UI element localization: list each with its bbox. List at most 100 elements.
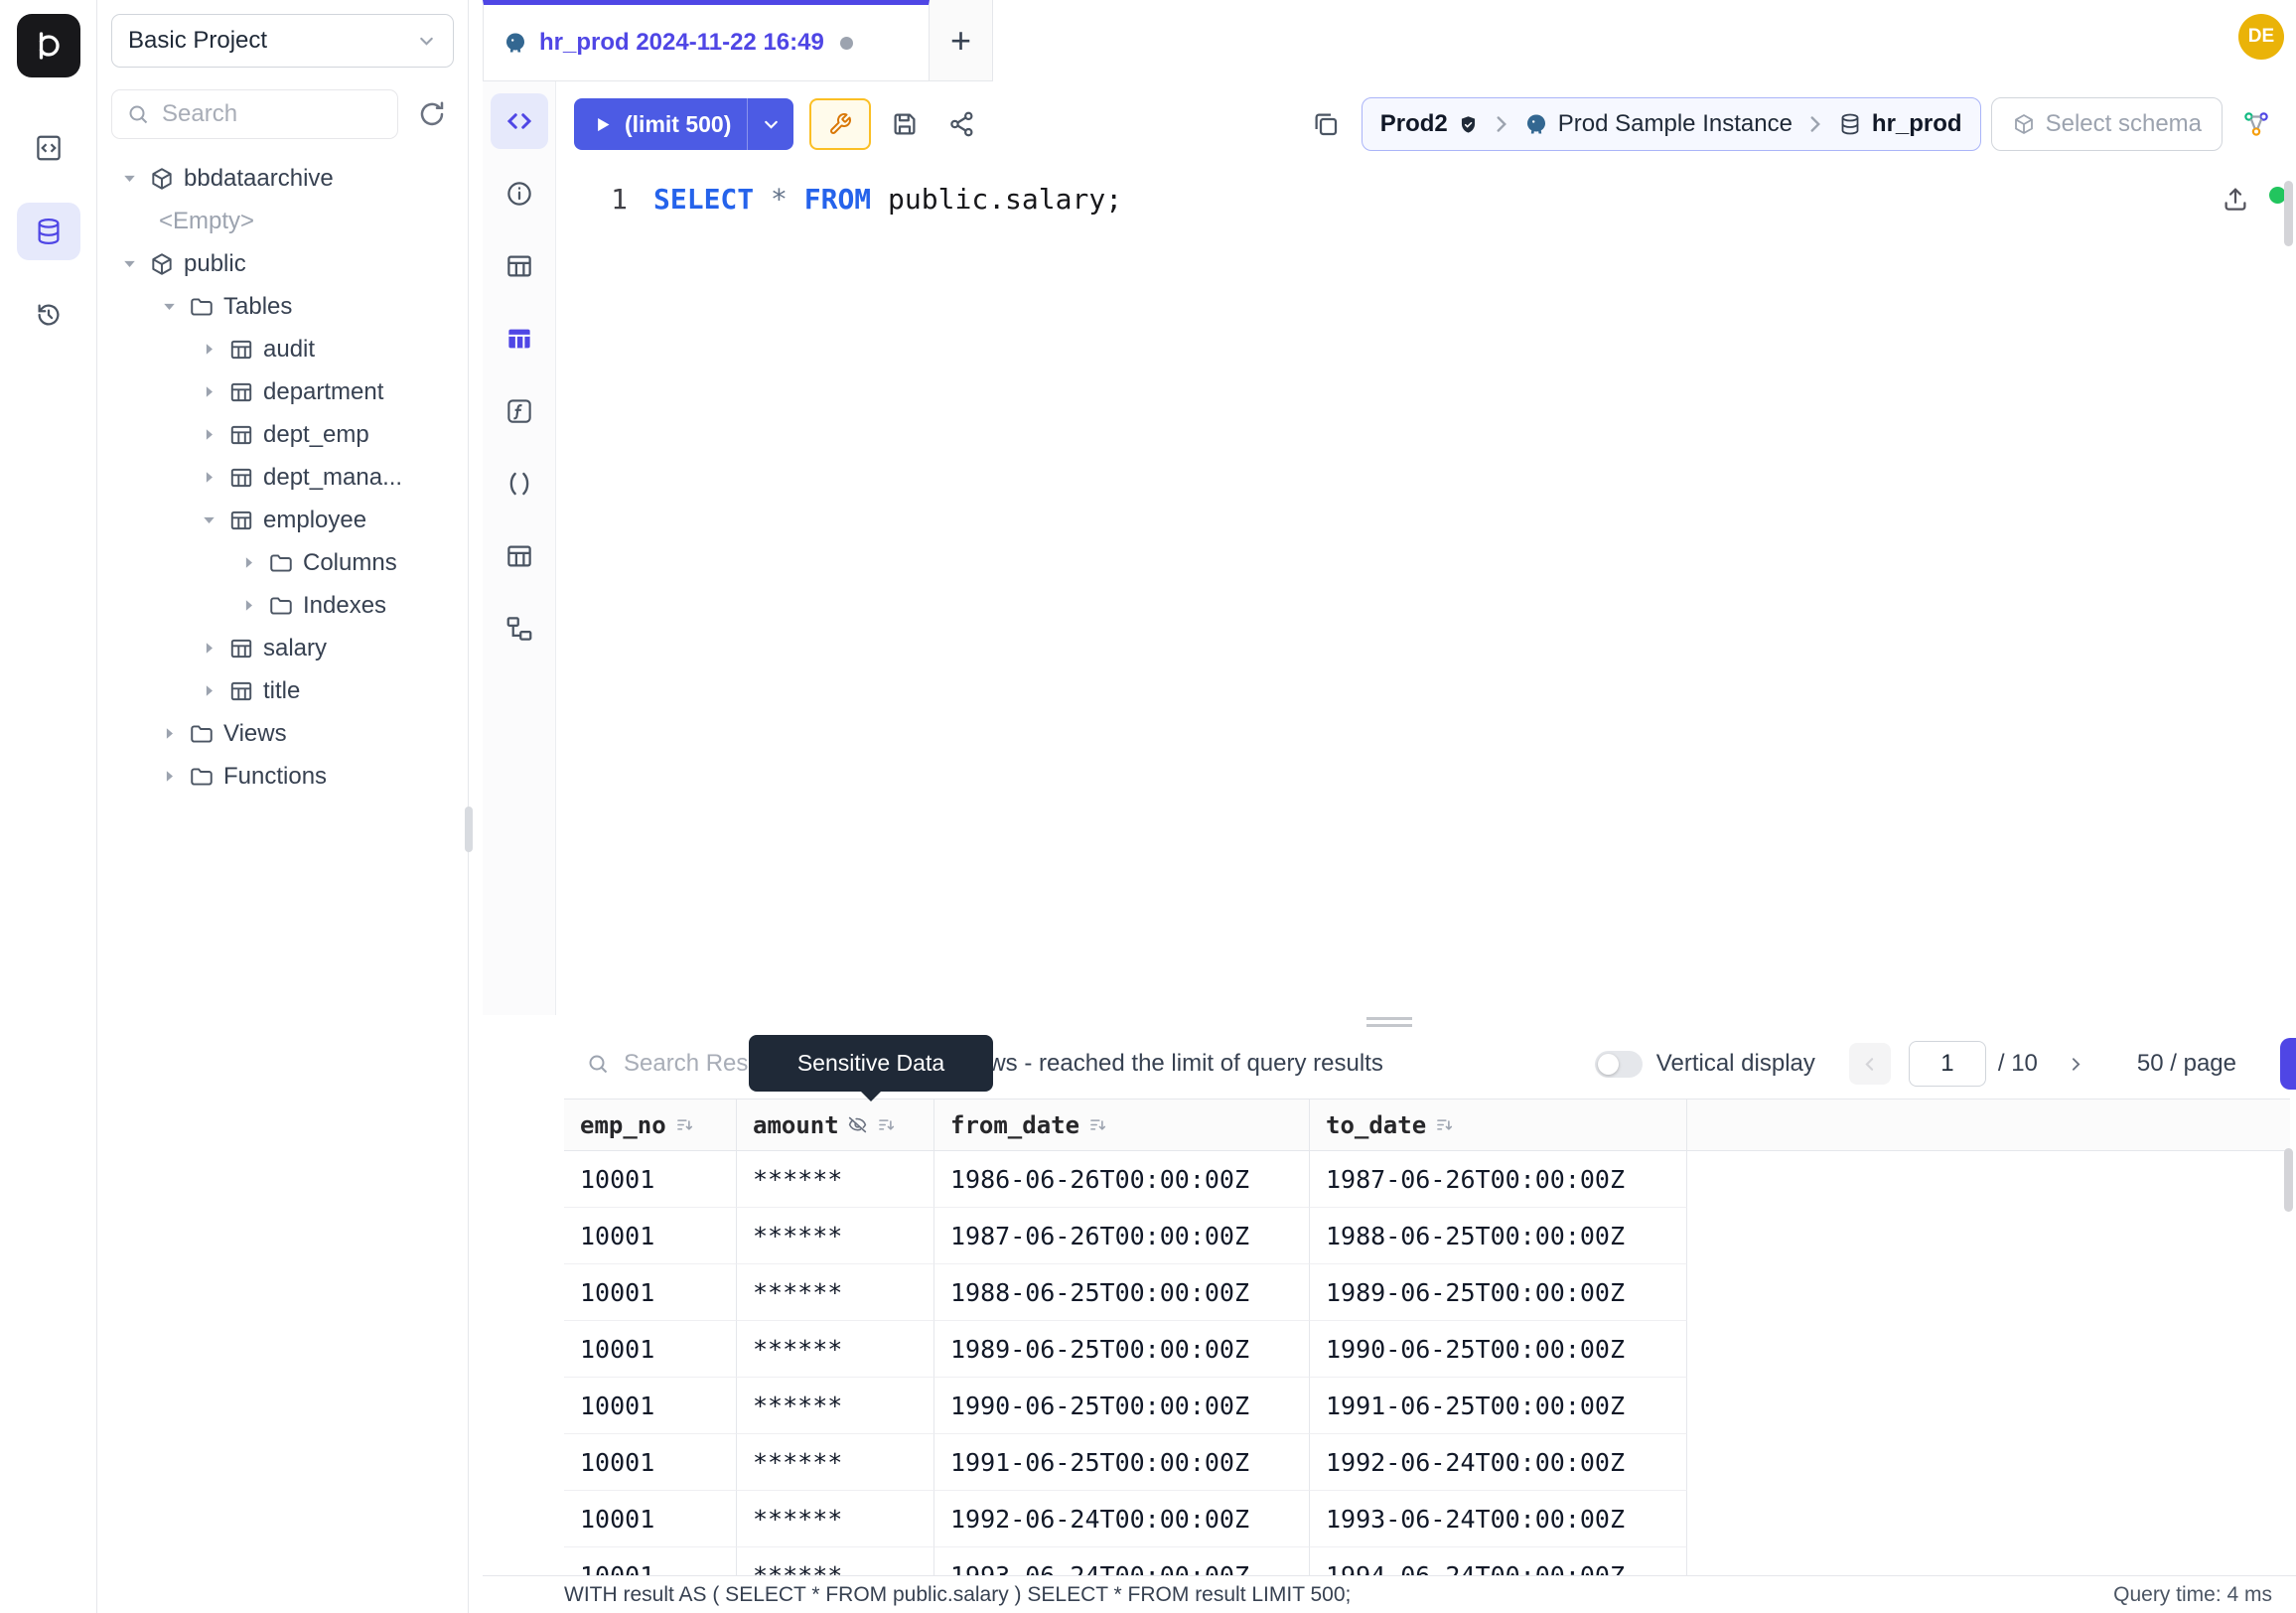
table-cell[interactable]: 1994-06-24T00:00:00Z [1310,1547,1687,1575]
next-page-button[interactable] [2056,1043,2097,1085]
tree-item-employee[interactable]: employee [111,499,454,541]
tree-item-audit[interactable]: audit [111,328,454,370]
tree-item-dept-emp[interactable]: dept_emp [111,413,454,456]
app-logo[interactable] [17,14,80,77]
table-cell[interactable]: 10001 [564,1208,737,1264]
table-cell[interactable]: 10001 [564,1264,737,1321]
table-cell[interactable]: 1993-06-24T00:00:00Z [934,1547,1310,1575]
sort-icon[interactable] [1087,1114,1108,1135]
table-cell[interactable]: 1991-06-25T00:00:00Z [1310,1378,1687,1434]
tree-item-columns[interactable]: Columns [111,541,454,584]
run-query-button[interactable]: (limit 500) [574,98,793,150]
vertical-display-toggle[interactable] [1595,1051,1643,1078]
table-cell[interactable]: ****** [737,1208,934,1264]
tree-item-title[interactable]: title [111,669,454,712]
table-row[interactable]: 10001******1993-06-24T00:00:00Z1994-06-2… [564,1547,2290,1575]
sensitive-tables-panel-button[interactable] [491,311,548,367]
table-cell[interactable]: ****** [737,1547,934,1575]
parameters-panel-button[interactable] [491,456,548,512]
table-row[interactable]: 10001******1990-06-25T00:00:00Z1991-06-2… [564,1378,2290,1434]
table-row[interactable]: 10001******1987-06-26T00:00:00Z1988-06-2… [564,1208,2290,1264]
table-cell[interactable]: 1992-06-24T00:00:00Z [934,1491,1310,1547]
format-sql-button[interactable] [1302,100,1350,148]
page-size-select[interactable]: 50 / page [2137,1050,2236,1078]
sort-icon[interactable] [1434,1114,1455,1135]
sort-icon[interactable] [876,1114,897,1135]
export-button-partial[interactable] [2280,1038,2296,1090]
instance-label[interactable]: Prod Sample Instance [1558,110,1793,138]
table-cell[interactable]: 1990-06-25T00:00:00Z [934,1378,1310,1434]
tables-panel-button[interactable] [491,238,548,294]
table-cell[interactable]: 10001 [564,1321,737,1378]
schema-diagram-button[interactable] [2232,100,2280,148]
rail-history-button[interactable] [17,286,80,344]
table-row[interactable]: 10001******1989-06-25T00:00:00Z1990-06-2… [564,1321,2290,1378]
upload-sheet-button[interactable] [2219,183,2252,217]
rail-sql-editor-button[interactable] [17,119,80,177]
table-cell[interactable]: 1987-06-26T00:00:00Z [1310,1151,1687,1208]
sidebar-resize-handle[interactable] [465,806,473,852]
connection-breadcrumb[interactable]: Prod2 Prod Sample Instance hr_prod [1362,97,1981,151]
save-button[interactable] [881,100,929,148]
table-list-panel-button[interactable] [491,528,548,584]
tree-item-views[interactable]: Views [111,712,454,755]
table-cell[interactable]: 1989-06-25T00:00:00Z [1310,1264,1687,1321]
tree-item-department[interactable]: department [111,370,454,413]
avatar[interactable]: DE [2238,14,2284,60]
project-select[interactable]: Basic Project [111,14,454,68]
table-cell[interactable]: 1992-06-24T00:00:00Z [1310,1434,1687,1491]
table-cell[interactable]: ****** [737,1378,934,1434]
sort-icon[interactable] [674,1114,695,1135]
table-cell[interactable]: 1988-06-25T00:00:00Z [934,1264,1310,1321]
table-cell[interactable]: ****** [737,1151,934,1208]
refresh-button[interactable] [410,92,454,136]
previous-page-button[interactable] [1849,1043,1891,1085]
column-header-emp-no[interactable]: emp_no [564,1100,737,1150]
admin-mode-button[interactable] [809,98,871,150]
share-button[interactable] [938,100,986,148]
table-cell[interactable]: 1990-06-25T00:00:00Z [1310,1321,1687,1378]
tree-item-salary[interactable]: salary [111,627,454,669]
run-options-caret[interactable] [748,98,793,150]
editor-scrollbar[interactable] [2284,181,2293,246]
table-cell[interactable]: 1988-06-25T00:00:00Z [1310,1208,1687,1264]
tree-item-bbdataarchive[interactable]: bbdataarchive [111,157,454,200]
schema-diagram-panel-button[interactable] [491,601,548,657]
page-number-input[interactable] [1909,1041,1986,1087]
table-cell[interactable]: 10001 [564,1547,737,1575]
tree-item-empty[interactable]: <Empty> [111,200,454,242]
table-row[interactable]: 10001******1986-06-26T00:00:00Z1987-06-2… [564,1151,2290,1208]
table-cell[interactable]: 10001 [564,1434,737,1491]
table-cell[interactable]: 1991-06-25T00:00:00Z [934,1434,1310,1491]
panel-resizer[interactable] [483,1015,2296,1029]
table-cell[interactable]: 10001 [564,1378,737,1434]
tab-hr-prod[interactable]: hr_prod 2024-11-22 16:49 [483,0,930,81]
table-cell[interactable]: 1993-06-24T00:00:00Z [1310,1491,1687,1547]
info-panel-button[interactable] [491,166,548,221]
table-cell[interactable]: ****** [737,1321,934,1378]
select-schema-button[interactable]: Select schema [1991,97,2223,151]
results-scrollbar[interactable] [2284,1148,2293,1212]
table-cell[interactable]: 1987-06-26T00:00:00Z [934,1208,1310,1264]
column-header-to-date[interactable]: to_date [1310,1100,1687,1150]
sidebar-search-box[interactable] [111,89,398,139]
column-header-amount[interactable]: amount [737,1100,934,1150]
sql-editor[interactable]: 1 SELECT * FROM public.salary; [556,167,2296,1015]
tree-item-tables[interactable]: Tables [111,285,454,328]
table-cell[interactable]: 1986-06-26T00:00:00Z [934,1151,1310,1208]
tree-item-indexes[interactable]: Indexes [111,584,454,627]
tree-item-functions[interactable]: Functions [111,755,454,798]
eye-off-icon[interactable] [847,1114,868,1135]
table-cell[interactable]: 1989-06-25T00:00:00Z [934,1321,1310,1378]
table-row[interactable]: 10001******1992-06-24T00:00:00Z1993-06-2… [564,1491,2290,1547]
add-tab-button[interactable]: + [930,0,993,81]
table-cell[interactable]: 10001 [564,1151,737,1208]
database-label[interactable]: hr_prod [1872,110,1962,138]
environment-label[interactable]: Prod2 [1380,110,1448,138]
table-row[interactable]: 10001******1991-06-25T00:00:00Z1992-06-2… [564,1434,2290,1491]
tree-item-public[interactable]: public [111,242,454,285]
functions-panel-button[interactable] [491,383,548,439]
worksheet-panel-button[interactable] [491,93,548,149]
table-row[interactable]: 10001******1988-06-25T00:00:00Z1989-06-2… [564,1264,2290,1321]
sidebar-search-input[interactable] [162,100,383,128]
